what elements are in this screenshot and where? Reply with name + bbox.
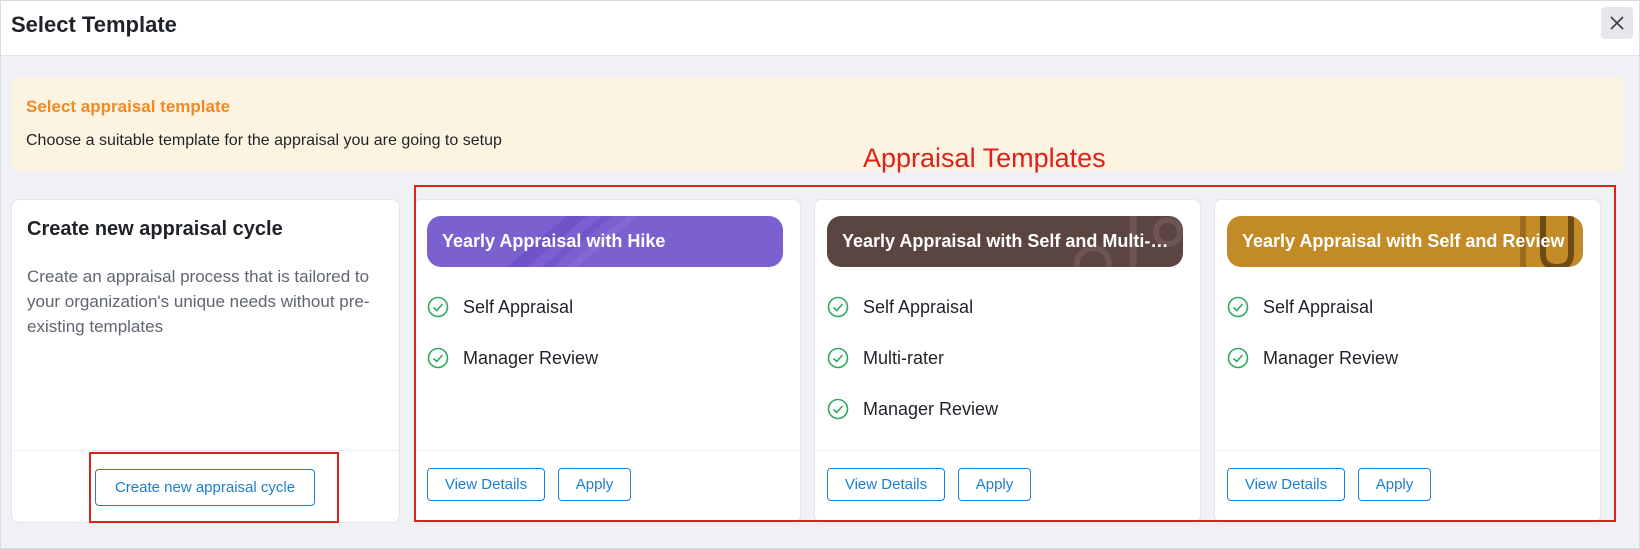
- feature-label: Manager Review: [1263, 347, 1399, 368]
- create-card-title: Create new appraisal cycle: [27, 218, 283, 240]
- info-banner: Select appraisal template Choose a suita…: [11, 77, 1623, 171]
- template-header: Yearly Appraisal with Hike: [427, 216, 783, 267]
- feature-label: Manager Review: [463, 347, 599, 368]
- banner-description: Choose a suitable template for the appra…: [26, 132, 502, 149]
- template-card-hike[interactable]: Yearly Appraisal with Hike Self Appraisa…: [414, 199, 801, 523]
- view-details-button[interactable]: View Details: [427, 468, 545, 501]
- template-name: Yearly Appraisal with Self and Multi-rat…: [842, 231, 1172, 251]
- feature-item: Manager Review: [1227, 343, 1398, 373]
- view-details-button[interactable]: View Details: [1227, 468, 1345, 501]
- dialog-title: Select Template: [11, 12, 177, 37]
- feature-item: Self Appraisal: [427, 292, 573, 322]
- check-circle-icon: [827, 296, 849, 318]
- feature-item: Self Appraisal: [827, 292, 973, 322]
- apply-button[interactable]: Apply: [1358, 468, 1431, 501]
- dialog-header: Select Template: [1, 1, 1639, 56]
- feature-label: Manager Review: [863, 398, 999, 419]
- feature-label: Self Appraisal: [1263, 296, 1374, 317]
- check-circle-icon: [1227, 296, 1249, 318]
- template-name: Yearly Appraisal with Hike: [442, 231, 666, 251]
- template-header: Yearly Appraisal with Self and Multi-rat…: [827, 216, 1183, 267]
- check-circle-icon: [827, 347, 849, 369]
- template-card-self-review[interactable]: Yearly Appraisal with Self and Review Se…: [1214, 199, 1601, 523]
- feature-item: Manager Review: [427, 343, 598, 373]
- template-card-multi-rater[interactable]: Yearly Appraisal with Self and Multi-rat…: [814, 199, 1201, 523]
- feature-label: Self Appraisal: [863, 296, 974, 317]
- apply-button[interactable]: Apply: [558, 468, 631, 501]
- apply-button[interactable]: Apply: [958, 468, 1031, 501]
- check-circle-icon: [827, 398, 849, 420]
- feature-item: Multi-rater: [827, 343, 944, 373]
- create-cycle-card: Create new appraisal cycle Create an app…: [11, 199, 400, 523]
- check-circle-icon: [427, 296, 449, 318]
- check-circle-icon: [1227, 347, 1249, 369]
- feature-label: Multi-rater: [863, 347, 945, 368]
- check-circle-icon: [427, 347, 449, 369]
- feature-item: Self Appraisal: [1227, 292, 1373, 322]
- template-header: Yearly Appraisal with Self and Review: [1227, 216, 1583, 267]
- feature-item: Manager Review: [827, 394, 998, 424]
- feature-label: Self Appraisal: [463, 296, 574, 317]
- template-name: Yearly Appraisal with Self and Review: [1242, 231, 1565, 251]
- banner-title: Select appraisal template: [26, 97, 231, 116]
- close-icon: [1610, 16, 1624, 30]
- annotation-label: Appraisal Templates: [863, 143, 1106, 173]
- create-cycle-button[interactable]: Create new appraisal cycle: [95, 469, 315, 506]
- select-template-dialog: Select Template Select appraisal templat…: [0, 0, 1640, 549]
- create-card-description: Create an appraisal process that is tail…: [27, 267, 370, 336]
- view-details-button[interactable]: View Details: [827, 468, 945, 501]
- close-button[interactable]: [1601, 7, 1633, 39]
